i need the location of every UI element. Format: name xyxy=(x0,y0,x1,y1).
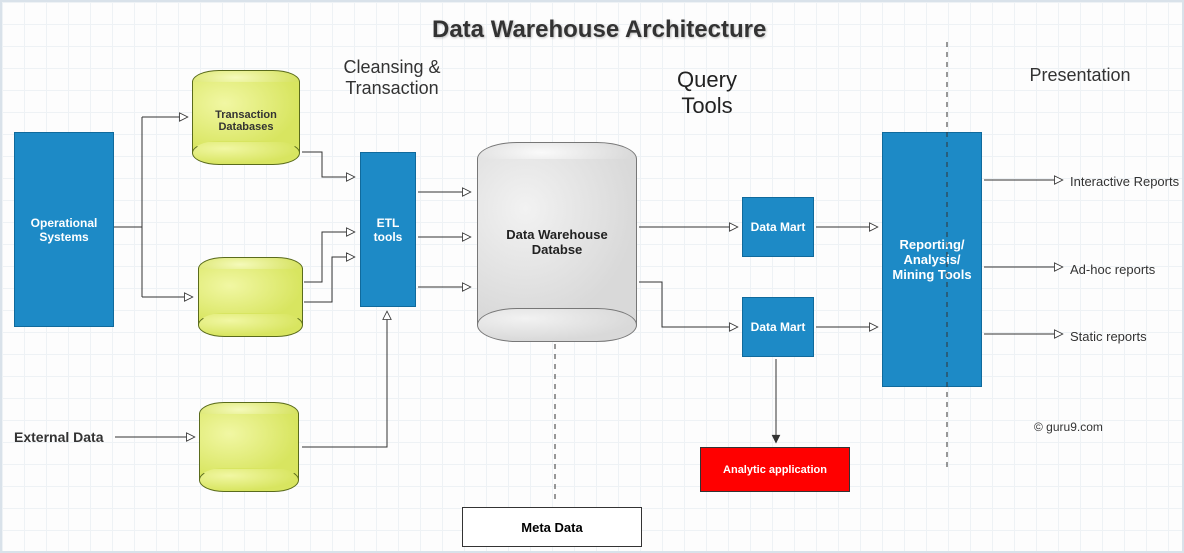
node-reporting-tools: Reporting/ Analysis/ Mining Tools xyxy=(882,132,982,387)
output-adhoc-reports: Ad-hoc reports xyxy=(1070,262,1155,277)
node-data-mart-1: Data Mart xyxy=(742,197,814,257)
node-etl-tools-label: ETL tools xyxy=(365,216,411,244)
output-static-reports: Static reports xyxy=(1070,329,1147,344)
diagram-title: Data Warehouse Architecture xyxy=(432,16,766,44)
node-analytic-application-label: Analytic application xyxy=(723,464,827,476)
node-operational-systems: Operational Systems xyxy=(14,132,114,327)
section-cleansing-label: Cleansing & Transaction xyxy=(327,57,457,99)
credit-label: © guru9.com xyxy=(1034,420,1103,434)
node-meta-data-label: Meta Data xyxy=(521,520,582,535)
node-data-mart-2: Data Mart xyxy=(742,297,814,357)
node-data-mart-1-label: Data Mart xyxy=(751,220,806,234)
node-meta-data: Meta Data xyxy=(462,507,642,547)
node-dwh-db-label: Data Warehouse Databse xyxy=(478,227,636,257)
diagram-canvas: Data Warehouse Architecture Cleansing & … xyxy=(0,0,1184,553)
node-db-cylinder-2 xyxy=(198,257,303,337)
node-transaction-db-cylinder: Transaction Databases xyxy=(192,70,300,165)
node-transaction-db-label: Transaction Databases xyxy=(193,103,299,133)
node-dwh-db-cylinder: Data Warehouse Databse xyxy=(477,142,637,342)
node-analytic-application: Analytic application xyxy=(700,447,850,492)
node-external-db-cylinder xyxy=(199,402,299,492)
node-data-mart-2-label: Data Mart xyxy=(751,320,806,334)
section-presentation-label: Presentation xyxy=(1010,65,1150,86)
node-operational-systems-label: Operational Systems xyxy=(19,216,109,244)
section-query-tools-label: Query Tools xyxy=(637,67,777,119)
node-etl-tools: ETL tools xyxy=(360,152,416,307)
output-interactive-reports: Interactive Reports xyxy=(1070,174,1179,189)
node-external-data-label: External Data xyxy=(14,429,103,445)
node-reporting-tools-label: Reporting/ Analysis/ Mining Tools xyxy=(887,237,977,282)
